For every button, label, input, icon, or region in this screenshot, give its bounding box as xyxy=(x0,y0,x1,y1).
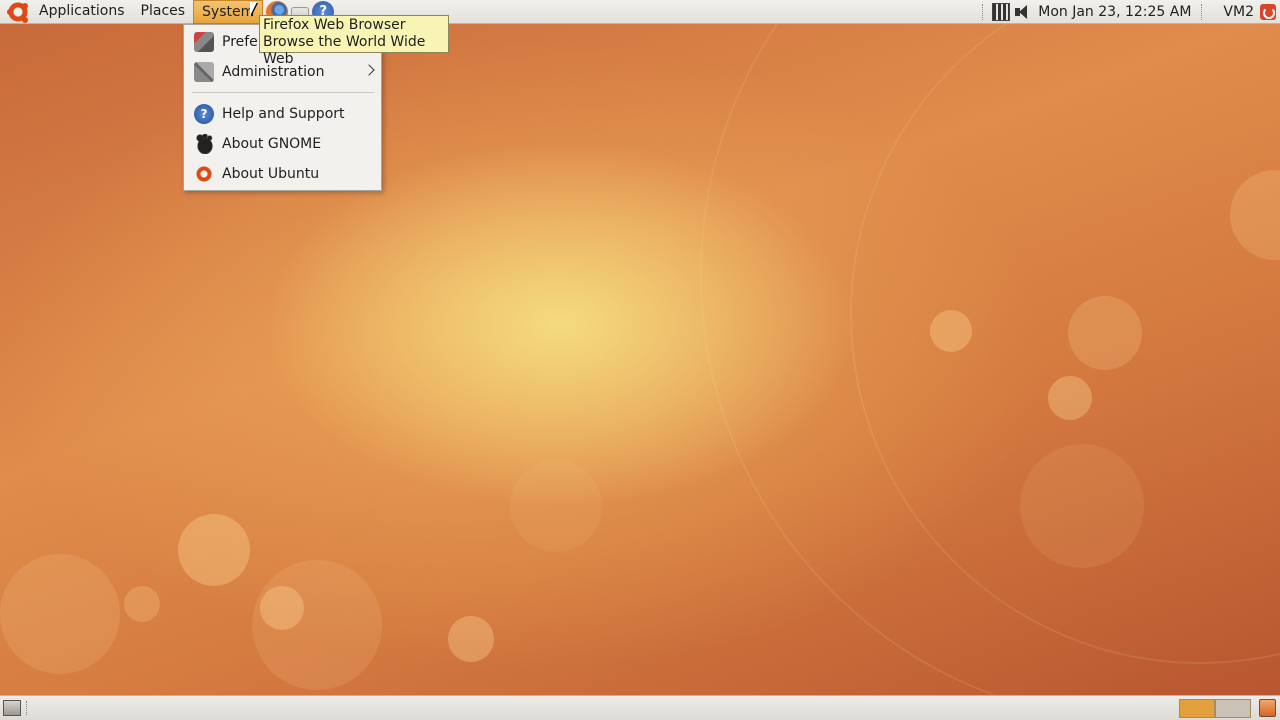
menu-item-about-ubuntu[interactable]: About Ubuntu xyxy=(184,159,381,189)
system-tray: Mon Jan 23, 12:25 AM VM2 xyxy=(980,0,1280,24)
wallpaper-bokeh xyxy=(124,586,160,622)
preferences-icon xyxy=(194,32,214,52)
tooltip-description: Browse the World Wide Web xyxy=(263,34,426,67)
workspace-1[interactable] xyxy=(1179,699,1215,718)
wallpaper-bokeh xyxy=(252,560,382,690)
wallpaper-bokeh xyxy=(178,514,250,586)
workspace-2[interactable] xyxy=(1215,699,1251,718)
trash-icon[interactable] xyxy=(1259,699,1276,717)
menu-item-about-gnome[interactable]: About GNOME xyxy=(184,129,381,159)
help-icon: ? xyxy=(194,104,214,124)
menu-item-label: Help and Support xyxy=(222,106,345,122)
wallpaper-bokeh xyxy=(1048,376,1092,420)
panel-separator xyxy=(1201,3,1209,20)
volume-icon[interactable] xyxy=(1014,3,1032,21)
user-switcher[interactable]: VM2 xyxy=(1211,4,1260,20)
places-menu[interactable]: Places xyxy=(133,0,194,24)
wallpaper-bokeh xyxy=(448,616,494,662)
wallpaper-bokeh xyxy=(1068,296,1142,370)
ubuntu-logo-icon[interactable] xyxy=(7,0,29,23)
wallpaper-bokeh xyxy=(1020,444,1144,568)
gnome-foot-icon xyxy=(194,134,214,154)
bottom-panel xyxy=(0,695,1280,720)
applications-menu[interactable]: Applications xyxy=(31,0,133,24)
wallpaper-bokeh xyxy=(0,554,120,674)
network-icon[interactable] xyxy=(992,2,1011,21)
menu-separator xyxy=(192,92,374,93)
wallpaper-bokeh xyxy=(930,310,972,352)
mouse-cursor-icon xyxy=(250,2,257,16)
administration-icon xyxy=(194,62,214,82)
panel-handle[interactable] xyxy=(26,701,32,715)
wallpaper-bokeh xyxy=(510,460,602,552)
menu-item-label: About GNOME xyxy=(222,136,322,152)
menu-item-help-and-support[interactable]: ? Help and Support xyxy=(184,99,381,129)
workspace-switcher xyxy=(1179,699,1251,718)
firefox-tooltip: Firefox Web Browser Browse the World Wid… xyxy=(259,15,449,67)
show-desktop-icon[interactable] xyxy=(3,700,21,716)
menu-item-label: About Ubuntu xyxy=(222,166,320,182)
panel-separator xyxy=(982,3,990,20)
ubuntu-icon xyxy=(194,164,214,184)
top-panel: Applications Places System ? Mon Jan 23,… xyxy=(0,0,1280,24)
tooltip-title: Firefox Web Browser xyxy=(263,17,406,33)
power-icon[interactable] xyxy=(1260,3,1276,20)
clock[interactable]: Mon Jan 23, 12:25 AM xyxy=(1036,4,1199,20)
